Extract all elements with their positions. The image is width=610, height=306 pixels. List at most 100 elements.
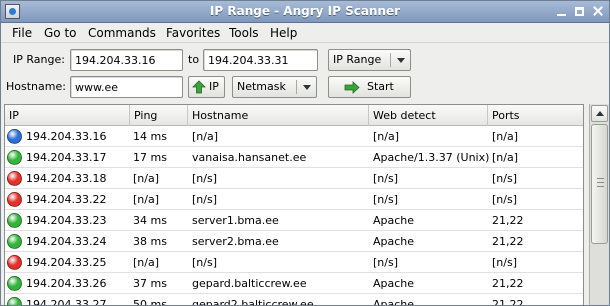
- status-red-icon: [7, 255, 22, 270]
- window-title: IP Range - Angry IP Scanner: [209, 4, 401, 18]
- start-button[interactable]: Start: [328, 76, 411, 98]
- app-window: IP Range - Angry IP Scanner File Go to C…: [0, 0, 610, 306]
- table-row[interactable]: 194.204.33.26 37 ms gepard.balticcrew.ee Ap…: [5, 273, 583, 294]
- column-header-ip[interactable]: IP: [5, 105, 130, 126]
- cell-web: [n/s]: [373, 256, 398, 269]
- menu-favorites[interactable]: Favorites: [166, 26, 220, 40]
- cell-ip: 194.204.33.26: [26, 277, 107, 290]
- maximize-button[interactable]: [573, 5, 586, 18]
- vertical-scrollbar[interactable]: [589, 104, 609, 305]
- cell-ping: 17 ms: [133, 151, 167, 164]
- cell-ping: 50 ms: [133, 298, 167, 306]
- start-ip-input[interactable]: [70, 49, 183, 71]
- cell-ip: 194.204.33.24: [26, 235, 107, 248]
- scroll-thumb[interactable]: [591, 124, 608, 244]
- grip-line: [597, 182, 604, 183]
- cell-hostname: [n/s]: [192, 256, 217, 269]
- cell-ip: 194.204.33.16: [26, 130, 107, 143]
- combo-separator: [390, 53, 391, 67]
- minimize-button[interactable]: [555, 5, 568, 18]
- cell-ports: 21,22: [492, 214, 524, 227]
- cell-ping: [n/a]: [133, 172, 160, 185]
- cell-ports: [n/s]: [492, 172, 517, 185]
- cell-web: Apache: [373, 277, 415, 290]
- scroll-up-button[interactable]: [591, 105, 608, 122]
- cell-ports: [n/a]: [492, 151, 519, 164]
- cell-ip: 194.204.33.18: [26, 172, 107, 185]
- start-button-label: Start: [367, 80, 394, 93]
- combo-separator: [296, 80, 297, 94]
- status-green-icon: [7, 234, 22, 249]
- cell-hostname: [n/a]: [192, 130, 219, 143]
- cell-ping: 14 ms: [133, 130, 167, 143]
- ip-button-label: IP: [209, 80, 219, 93]
- cell-hostname: gepard.balticcrew.ee: [192, 277, 307, 290]
- table-row[interactable]: 194.204.33.17 17 ms vanaisa.hansanet.ee Apa…: [5, 147, 583, 168]
- menu-tools[interactable]: Tools: [229, 26, 259, 40]
- cell-hostname: [n/s]: [192, 193, 217, 206]
- netmask-select[interactable]: Netmask: [232, 76, 317, 98]
- cell-ip: 194.204.33.23: [26, 214, 107, 227]
- ip-up-button[interactable]: IP: [188, 76, 225, 98]
- cell-ports: 21,22: [492, 277, 524, 290]
- table-row[interactable]: 194.204.33.16 14 ms [n/a] [n/a] [n/a]: [5, 126, 583, 147]
- table-row[interactable]: 194.204.33.23 34 ms server1.bma.ee Apache 21…: [5, 210, 583, 231]
- menu-file[interactable]: File: [12, 26, 32, 40]
- end-ip-input[interactable]: [203, 49, 318, 71]
- table-row[interactable]: 194.204.33.18 [n/a] [n/s] [n/s] [n/s]: [5, 168, 583, 189]
- cell-ip: 194.204.33.25: [26, 256, 107, 269]
- cell-web: Apache: [373, 298, 415, 306]
- cell-ping: [n/a]: [133, 256, 160, 269]
- title-bar[interactable]: IP Range - Angry IP Scanner: [1, 1, 609, 23]
- results-table: IP Ping Hostname Web detect Ports 194.20…: [4, 104, 584, 306]
- status-green-icon: [7, 297, 22, 305]
- cell-ports: [n/a]: [492, 130, 519, 143]
- cell-web: [n/s]: [373, 172, 398, 185]
- cell-hostname: gepard2.balticcrew.ee: [192, 298, 314, 306]
- cell-ports: [n/s]: [492, 193, 517, 206]
- feeder-select-value: IP Range: [333, 53, 382, 66]
- column-header-hostname[interactable]: Hostname: [188, 105, 369, 126]
- feeder-select[interactable]: IP Range: [328, 49, 411, 71]
- cell-hostname: vanaisa.hansanet.ee: [192, 151, 307, 164]
- menu-bar: File Go to Commands Favorites Tools Help: [1, 23, 609, 43]
- status-blue-icon: [7, 129, 22, 144]
- menu-help[interactable]: Help: [270, 26, 297, 40]
- cell-web: [n/a]: [373, 130, 400, 143]
- netmask-select-value: Netmask: [237, 80, 286, 93]
- cell-ip: 194.204.33.22: [26, 193, 107, 206]
- cell-ip: 194.204.33.17: [26, 151, 107, 164]
- menu-commands[interactable]: Commands: [88, 26, 156, 40]
- table-row[interactable]: 194.204.33.24 38 ms server2.bma.ee Apache 21…: [5, 231, 583, 252]
- status-red-icon: [7, 192, 22, 207]
- cell-hostname: server2.bma.ee: [192, 235, 279, 248]
- column-header-ping[interactable]: Ping: [130, 105, 188, 126]
- cell-ping: 38 ms: [133, 235, 167, 248]
- cell-hostname: server1.bma.ee: [192, 214, 279, 227]
- cell-ports: [n/s]: [492, 256, 517, 269]
- start-arrow-icon: [344, 81, 360, 94]
- column-header-web-detect[interactable]: Web detect: [369, 105, 488, 126]
- chevron-down-icon: [397, 58, 405, 63]
- cell-ping: 37 ms: [133, 277, 167, 290]
- table-row[interactable]: 194.204.33.27 50 ms gepard2.balticcrew.ee A…: [5, 294, 583, 306]
- close-button[interactable]: [591, 5, 604, 18]
- hostname-input[interactable]: [70, 76, 183, 98]
- cell-web: Apache/1.3.37 (Unix): [373, 151, 490, 164]
- table-header: IP Ping Hostname Web detect Ports: [5, 105, 583, 126]
- cell-ports: 21,22: [492, 235, 524, 248]
- status-red-icon: [7, 171, 22, 186]
- cell-hostname: [n/s]: [192, 172, 217, 185]
- cell-web: [n/s]: [373, 193, 398, 206]
- cell-web: Apache: [373, 235, 415, 248]
- status-green-icon: [7, 150, 22, 165]
- cell-ping: 34 ms: [133, 214, 167, 227]
- table-row[interactable]: 194.204.33.25 [n/a] [n/s] [n/s] [n/s]: [5, 252, 583, 273]
- column-header-ports[interactable]: Ports: [488, 105, 583, 126]
- menu-goto[interactable]: Go to: [44, 26, 77, 40]
- ip-range-label: IP Range:: [13, 53, 65, 66]
- table-row[interactable]: 194.204.33.22 [n/a] [n/s] [n/s] [n/s]: [5, 189, 583, 210]
- status-green-icon: [7, 213, 22, 228]
- grip-line: [597, 178, 604, 179]
- cell-web: Apache: [373, 214, 415, 227]
